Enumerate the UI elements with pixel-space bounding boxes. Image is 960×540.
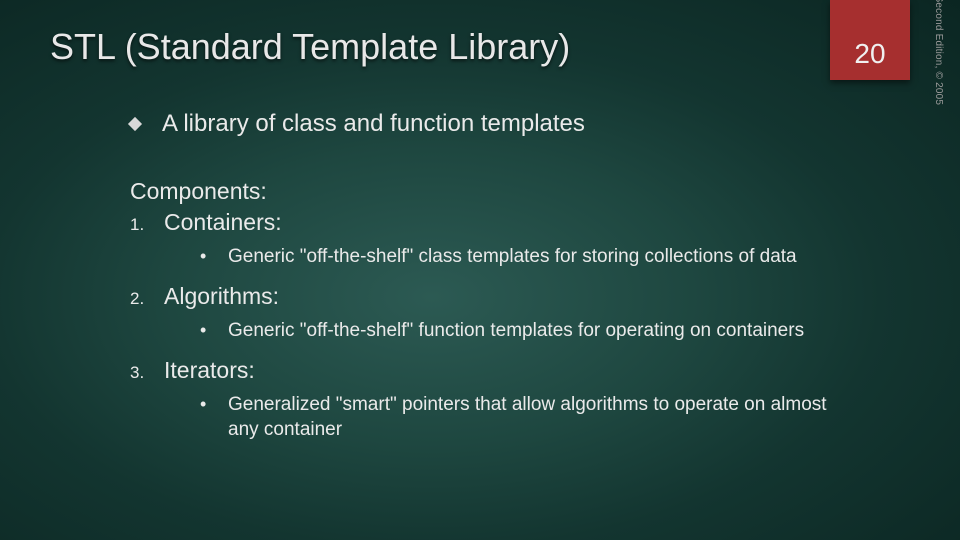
component-1-desc-row: • Generic "off-the-shelf" class template… xyxy=(200,244,830,269)
lead-bullet-text: A library of class and function template… xyxy=(162,110,585,138)
component-3-desc-row: • Generalized "smart" pointers that allo… xyxy=(200,392,830,442)
components-heading: Components: xyxy=(130,178,830,205)
component-2-desc-row: • Generic "off-the-shelf" function templ… xyxy=(200,318,830,343)
slide-title: STL (Standard Template Library) xyxy=(50,26,820,68)
bullet-dot-icon: • xyxy=(200,318,228,343)
component-3-number: 3. xyxy=(130,363,164,383)
diamond-bullet-icon xyxy=(128,117,142,131)
component-1-number: 1. xyxy=(130,215,164,235)
component-2-row: 2. Algorithms: xyxy=(130,283,830,310)
component-2-number: 2. xyxy=(130,289,164,309)
component-2-desc: Generic "off-the-shelf" function templat… xyxy=(228,318,804,343)
bullet-dot-icon: • xyxy=(200,244,228,269)
copyright-sidebar: Nyhoff, ADTs, Data Structures and Proble… xyxy=(920,0,944,108)
slide: STL (Standard Template Library) 20 A lib… xyxy=(0,0,960,540)
page-number-badge: 20 xyxy=(830,0,910,80)
lead-bullet-row: A library of class and function template… xyxy=(130,110,830,138)
bullet-dot-icon: • xyxy=(200,392,228,442)
component-1-row: 1. Containers: xyxy=(130,209,830,236)
component-1-title: Containers: xyxy=(164,209,282,236)
slide-body: A library of class and function template… xyxy=(130,110,830,456)
component-3-title: Iterators: xyxy=(164,357,255,384)
component-3-desc: Generalized "smart" pointers that allow … xyxy=(228,392,830,442)
component-1-desc: Generic "off-the-shelf" class templates … xyxy=(228,244,797,269)
component-2-title: Algorithms: xyxy=(164,283,279,310)
component-3-row: 3. Iterators: xyxy=(130,357,830,384)
